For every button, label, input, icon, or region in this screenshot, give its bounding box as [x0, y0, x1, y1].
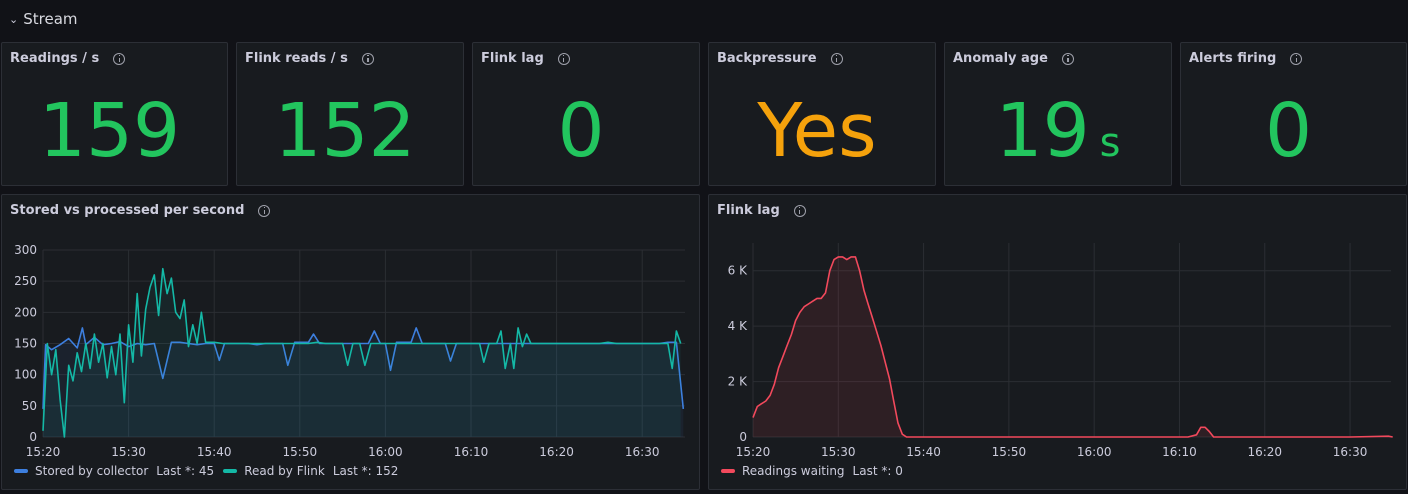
legend-item-read-by-flink[interactable]: Read by Flink Last *: 152: [223, 464, 398, 478]
x-tick-label: 15:30: [111, 445, 146, 459]
stat-panel-flink-reads[interactable]: Flink reads / s 152: [236, 42, 464, 186]
x-tick-label: 15:20: [26, 445, 61, 459]
legend-last-value: Last *: 152: [332, 464, 399, 478]
x-tick-label: 16:00: [1077, 445, 1112, 459]
y-tick-label: 4 K: [728, 319, 748, 333]
y-tick-label: 100: [14, 368, 37, 382]
x-tick-label: 16:30: [625, 445, 660, 459]
stat-value: 0: [1181, 91, 1406, 183]
info-icon[interactable]: [830, 52, 843, 65]
panel-title: Flink lag: [481, 51, 570, 66]
legend-swatch: [14, 469, 28, 473]
stat-number: 0: [1264, 88, 1313, 174]
stat-panel-anomaly-age[interactable]: Anomaly age 19 s: [944, 42, 1172, 186]
chart-stored-vs-processed[interactable]: 0 50 100 150 200 250 300 15:20 15:30 15:40 15:50 16…: [2, 195, 699, 491]
x-tick-label: 15:40: [197, 445, 232, 459]
stat-panel-flink-lag[interactable]: Flink lag 0: [472, 42, 700, 186]
timeseries-panel-stored-vs-processed[interactable]: Stored vs processed per second 0 50 100 150…: [1, 194, 700, 490]
stat-panel-backpressure[interactable]: Backpressure Yes: [708, 42, 936, 186]
legend-item-stored[interactable]: Stored by collector Last *: 45: [14, 464, 214, 478]
stat-number: 0: [557, 88, 605, 174]
stat-value: 152: [237, 91, 463, 183]
y-tick-label: 2 K: [728, 375, 748, 389]
x-tick-label: 16:10: [454, 445, 489, 459]
panel-title-text: Flink lag: [481, 51, 544, 66]
x-tick-label: 16:00: [368, 445, 403, 459]
panel-title-text: Backpressure: [717, 51, 817, 66]
panel-title-text: Anomaly age: [953, 51, 1048, 66]
y-tick-label: 50: [22, 399, 37, 413]
panel-title: Readings / s: [10, 51, 126, 66]
stat-number: 19: [995, 88, 1090, 174]
y-tick-label: 6 K: [728, 264, 748, 278]
x-tick-label: 16:20: [1247, 445, 1282, 459]
row-header[interactable]: ⌄ Stream: [0, 0, 1408, 38]
x-tick-label: 15:20: [736, 445, 771, 459]
stat-value: 19 s: [945, 91, 1171, 183]
legend-series-name: Read by Flink: [244, 464, 325, 478]
chart-legend: Readings waiting Last *: 0: [721, 464, 912, 478]
stat-value: Yes: [709, 91, 935, 183]
legend-last-value: Last *: 0: [852, 464, 903, 478]
legend-swatch: [223, 469, 238, 473]
info-icon[interactable]: [1290, 52, 1303, 65]
panel-title-text: Readings / s: [10, 51, 100, 66]
x-tick-label: 16:30: [1333, 445, 1368, 459]
stat-unit: s: [1099, 120, 1121, 166]
legend-swatch: [721, 469, 735, 473]
info-icon[interactable]: [557, 52, 570, 65]
panel-title-text: Flink reads / s: [245, 51, 348, 66]
y-tick-label: 200: [14, 305, 37, 319]
panel-title: Anomaly age: [953, 51, 1074, 66]
info-icon[interactable]: [1061, 52, 1074, 65]
x-tick-label: 15:50: [992, 445, 1027, 459]
stat-value: 159: [2, 91, 227, 183]
legend-item-readings-waiting[interactable]: Readings waiting Last *: 0: [721, 464, 903, 478]
legend-series-name: Stored by collector: [35, 464, 149, 478]
x-tick-label: 15:40: [906, 445, 941, 459]
panel-title-text: Alerts firing: [1189, 51, 1277, 66]
y-tick-label: 0: [739, 430, 747, 444]
x-tick-label: 16:20: [539, 445, 574, 459]
chevron-down-icon[interactable]: ⌄: [9, 13, 18, 26]
chart-legend: Stored by collector Last *: 45 Read by F…: [14, 464, 407, 478]
y-tick-label: 150: [14, 337, 37, 351]
stat-number: Yes: [757, 88, 877, 174]
y-tick-label: 0: [29, 430, 37, 444]
panel-title: Alerts firing: [1189, 51, 1303, 66]
info-icon[interactable]: [361, 52, 374, 65]
x-tick-label: 15:30: [821, 445, 856, 459]
series-area: [753, 256, 1393, 437]
y-tick-label: 300: [14, 243, 37, 257]
x-tick-label: 15:50: [283, 445, 318, 459]
x-tick-label: 16:10: [1162, 445, 1197, 459]
stat-value: 0: [473, 91, 699, 183]
y-tick-label: 250: [14, 274, 37, 288]
info-icon[interactable]: [113, 52, 126, 65]
stat-number: 159: [38, 88, 181, 174]
legend-last-value: Last *: 45: [156, 464, 215, 478]
stat-panel-readings[interactable]: Readings / s 159: [1, 42, 228, 186]
panel-title: Backpressure: [717, 51, 843, 66]
legend-series-name: Readings waiting: [742, 464, 845, 478]
timeseries-panel-flink-lag[interactable]: Flink lag 02 K4 K6 K 15:20 15:30 15:40 15:50…: [708, 194, 1407, 490]
panel-title: Flink reads / s: [245, 51, 374, 66]
stat-panel-alerts-firing[interactable]: Alerts firing 0: [1180, 42, 1407, 186]
row-title: Stream: [23, 10, 78, 28]
stat-number: 152: [274, 88, 416, 174]
chart-flink-lag[interactable]: 0 2 K 4 K 6 K 15:20 15:30 15:40 15:50 16:00 16:10…: [709, 195, 1406, 491]
